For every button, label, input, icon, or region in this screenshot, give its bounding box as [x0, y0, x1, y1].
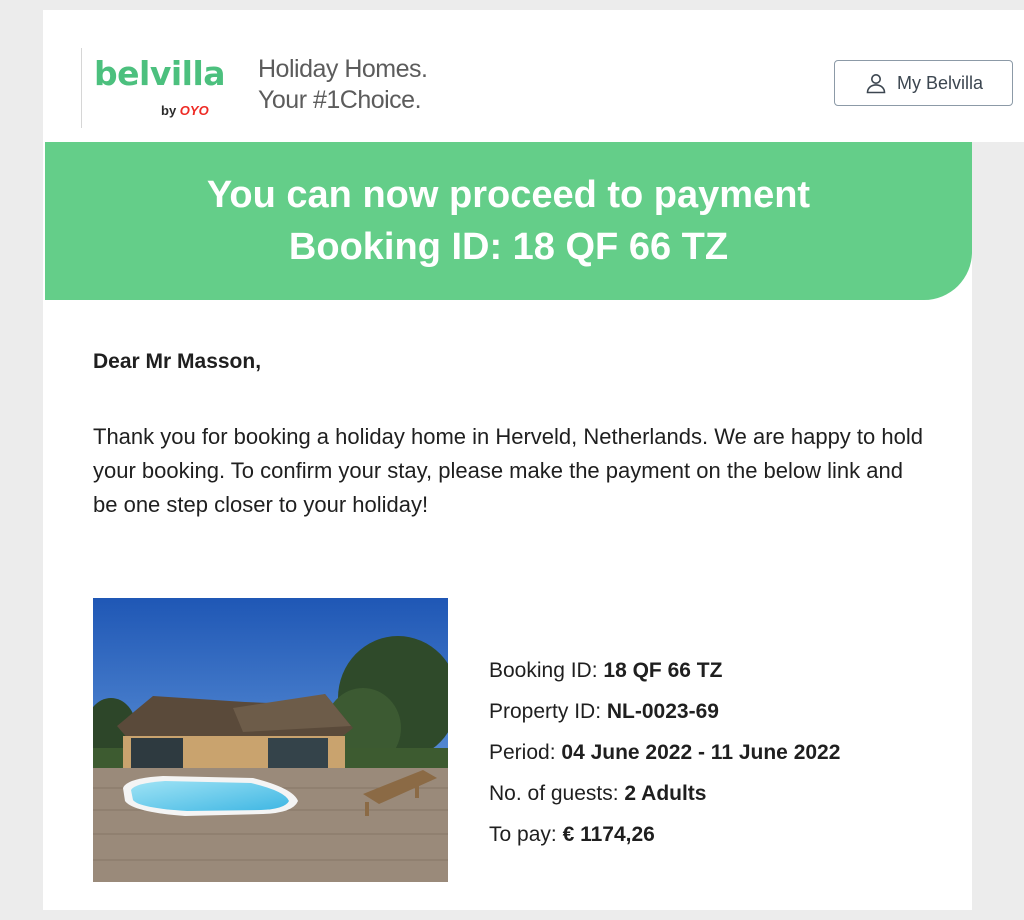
detail-guests: No. of guests: 2 Adults	[489, 773, 840, 814]
detail-property-id: Property ID: NL-0023-69	[489, 691, 840, 732]
logo-oyo: OYO	[179, 103, 209, 118]
tagline-line-1: Holiday Homes.	[258, 55, 428, 83]
email-header: belvilla by OYO Holiday Homes. Your #1Ch…	[43, 10, 1024, 142]
my-belvilla-button[interactable]: My Belvilla	[834, 60, 1013, 106]
tagline: Holiday Homes. Your #1Choice.	[258, 54, 428, 116]
booking-id-label: Booking ID:	[489, 659, 598, 682]
logo-byline: by OYO	[161, 103, 209, 118]
to-pay-value: € 1174,26	[562, 823, 655, 846]
period-value: 04 June 2022 - 11 June 2022	[561, 741, 841, 764]
property-photo[interactable]	[93, 598, 448, 882]
logo-by: by	[161, 103, 177, 118]
guests-value: 2 Adults	[624, 782, 707, 805]
booking-id-value: 18 QF 66 TZ	[603, 659, 723, 682]
detail-booking-id: Booking ID: 18 QF 66 TZ	[489, 650, 840, 691]
booking-details: Booking ID: 18 QF 66 TZ Property ID: NL-…	[489, 650, 840, 855]
greeting: Dear Mr Masson,	[93, 350, 262, 373]
detail-period: Period: 04 June 2022 - 11 June 2022	[489, 732, 840, 773]
property-id-value: NL-0023-69	[606, 700, 719, 723]
to-pay-label: To pay:	[489, 823, 557, 846]
user-icon	[864, 71, 888, 95]
property-photo-illustration	[93, 598, 448, 882]
property-id-label: Property ID:	[489, 700, 602, 723]
detail-to-pay: To pay: € 1174,26	[489, 814, 840, 855]
payment-banner: You can now proceed to payment Booking I…	[45, 142, 972, 300]
banner-title: You can now proceed to payment	[206, 174, 811, 216]
intro-paragraph: Thank you for booking a holiday home in …	[93, 424, 923, 517]
belvilla-logo[interactable]: belvilla by OYO	[81, 48, 253, 128]
logo-wordmark: belvilla	[94, 54, 226, 93]
tagline-line-2: Your #1Choice.	[258, 86, 422, 114]
email-card: belvilla by OYO Holiday Homes. Your #1Ch…	[43, 10, 1024, 910]
my-belvilla-label: My Belvilla	[896, 72, 984, 93]
period-label: Period:	[489, 741, 556, 764]
banner-booking-id: Booking ID: 18 QF 66 TZ	[288, 226, 729, 268]
guests-label: No. of guests:	[489, 782, 619, 805]
